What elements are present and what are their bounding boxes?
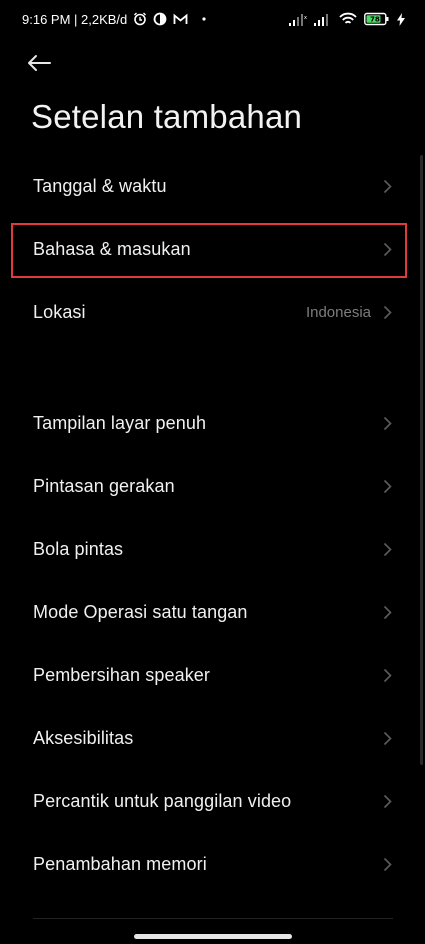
svg-text:x: x: [304, 15, 307, 21]
setting-tanggal-waktu[interactable]: Tanggal & waktu: [0, 155, 425, 218]
chevron-right-icon: [383, 416, 392, 431]
chevron-right-icon: [383, 242, 392, 257]
page-title: Setelan tambahan: [31, 98, 303, 135]
gesture-navigation-bar[interactable]: [134, 934, 292, 939]
setting-value: Indonesia: [305, 304, 371, 321]
status-bar: 9:16 PM | 2,2KB/d x 78: [0, 0, 425, 38]
scrollbar[interactable]: [420, 155, 423, 765]
setting-label: Mode Operasi satu tangan: [33, 602, 248, 622]
chevron-right-icon: [383, 605, 392, 620]
chevron-right-icon: [383, 857, 392, 872]
chevron-right-icon: [383, 179, 392, 194]
setting-label: Percantik untuk panggilan video: [33, 791, 292, 811]
chevron-right-icon: [383, 305, 392, 320]
setting-pintasan-gerakan[interactable]: Pintasan gerakan: [0, 455, 425, 518]
chevron-right-icon: [383, 794, 392, 809]
setting-label: Pintasan gerakan: [33, 476, 175, 496]
arrow-left-icon: [28, 55, 51, 71]
setting-label: Penambahan memori: [33, 854, 207, 874]
setting-label: Bahasa & masukan: [33, 239, 191, 259]
status-left: 9:16 PM | 2,2KB/d: [22, 12, 206, 27]
svg-text:78: 78: [370, 16, 380, 24]
back-button[interactable]: [26, 46, 66, 80]
battery-icon: 78: [364, 12, 390, 26]
chevron-right-icon: [383, 479, 392, 494]
setting-lokasi[interactable]: Lokasi Indonesia: [0, 281, 425, 344]
setting-bahasa-masukan[interactable]: Bahasa & masukan: [0, 218, 425, 281]
data-saver-icon: [153, 12, 167, 26]
setting-penambahan-memori[interactable]: Penambahan memori: [0, 833, 425, 896]
signal-2-icon: [314, 13, 332, 26]
setting-label: Tampilan layar penuh: [33, 413, 207, 433]
divider: [33, 918, 393, 919]
signal-1-icon: x: [289, 13, 307, 26]
setting-label: Bola pintas: [33, 539, 124, 559]
settings-list: Tanggal & waktu Bahasa & masukan Lokasi …: [0, 155, 425, 896]
setting-aksesibilitas[interactable]: Aksesibilitas: [0, 707, 425, 770]
setting-tampilan-layar-penuh[interactable]: Tampilan layar penuh: [0, 392, 425, 455]
setting-label: Aksesibilitas: [33, 728, 134, 748]
chevron-right-icon: [383, 668, 392, 683]
setting-pembersihan-speaker[interactable]: Pembersihan speaker: [0, 644, 425, 707]
chevron-right-icon: [383, 731, 392, 746]
setting-label: Lokasi: [33, 302, 86, 322]
charging-icon: [397, 12, 405, 26]
notification-dot-icon: [202, 17, 206, 21]
mail-icon: [173, 13, 188, 26]
setting-percantik-panggilan-video[interactable]: Percantik untuk panggilan video: [0, 770, 425, 833]
setting-label: Pembersihan speaker: [33, 665, 210, 685]
setting-label: Tanggal & waktu: [33, 176, 167, 196]
status-right: x 78: [289, 12, 405, 26]
status-time-speed: 9:16 PM | 2,2KB/d: [22, 11, 128, 27]
setting-mode-operasi-satu-tangan[interactable]: Mode Operasi satu tangan: [0, 581, 425, 644]
alarm-icon: [133, 12, 147, 26]
wifi-icon: [339, 12, 357, 26]
setting-bola-pintas[interactable]: Bola pintas: [0, 518, 425, 581]
chevron-right-icon: [383, 542, 392, 557]
